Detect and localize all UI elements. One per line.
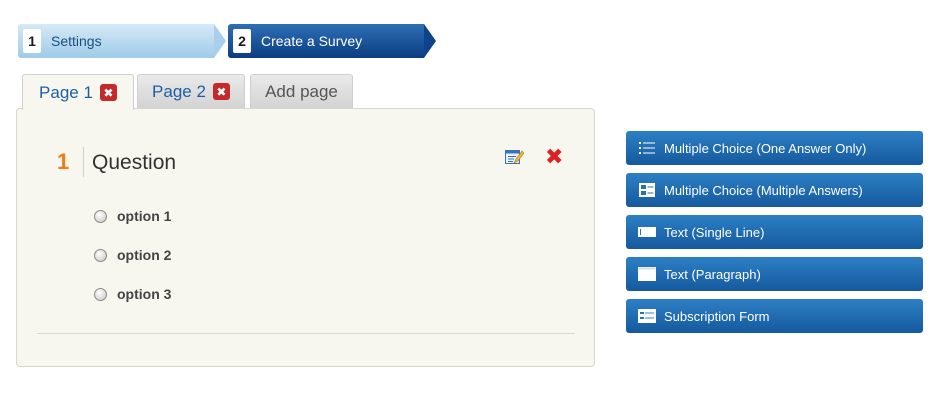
tab-label: Page 2 — [152, 81, 206, 101]
option-item[interactable]: option 2 — [94, 247, 171, 263]
add-subscription-form-button[interactable]: Subscription Form — [626, 299, 923, 333]
checklist-icon — [638, 183, 656, 197]
step-label: Settings — [51, 33, 102, 49]
option-label: option 3 — [117, 286, 172, 302]
form-icon — [638, 309, 656, 323]
step-arrow — [424, 24, 436, 58]
add-page-tab[interactable]: Add page — [250, 74, 353, 108]
button-label: Text (Single Line) — [664, 224, 765, 240]
delete-page-icon[interactable]: ✖ — [99, 84, 117, 101]
step-number: 1 — [23, 29, 41, 53]
add-text-single-line-button[interactable]: Text (Single Line) — [626, 215, 923, 249]
tab-page-1[interactable]: Page 1 ✖ — [22, 74, 134, 110]
question-number: 1 — [57, 149, 70, 174]
edit-icon[interactable] — [505, 148, 525, 165]
delete-page-icon[interactable]: ✖ — [212, 83, 230, 100]
radio-button[interactable] — [94, 287, 107, 301]
option-item[interactable]: option 3 — [94, 286, 171, 302]
option-label: option 1 — [117, 208, 172, 224]
add-multiple-choice-multi-button[interactable]: Multiple Choice (Multiple Answers) — [626, 173, 923, 207]
add-text-paragraph-button[interactable]: Text (Paragraph) — [626, 257, 923, 291]
panel-divider — [37, 333, 575, 334]
tab-label: Page 1 — [39, 82, 93, 102]
button-label: Text (Paragraph) — [664, 266, 761, 282]
question-separator — [83, 147, 84, 177]
radio-button[interactable] — [94, 209, 107, 223]
step-arrow — [214, 24, 226, 58]
step-number: 2 — [233, 29, 251, 53]
single-line-icon — [638, 225, 656, 239]
step-label: Create a Survey — [261, 33, 363, 49]
option-item[interactable]: option 1 — [94, 208, 171, 224]
step-settings[interactable]: 1 Settings — [18, 24, 226, 58]
tab-page-2[interactable]: Page 2 ✖ — [137, 74, 245, 108]
list-icon — [638, 141, 656, 155]
radio-button[interactable] — [94, 248, 107, 262]
question-title: Question — [92, 151, 177, 174]
delete-question-icon[interactable]: ✖ — [545, 146, 563, 168]
question-panel: 1 Question ✖ option 1 option 2 option 3 — [16, 108, 595, 367]
button-label: Multiple Choice (One Answer Only) — [664, 140, 867, 156]
button-label: Subscription Form — [664, 308, 770, 324]
paragraph-icon — [638, 267, 656, 281]
option-label: option 2 — [117, 247, 172, 263]
button-label: Multiple Choice (Multiple Answers) — [664, 182, 863, 198]
step-create-survey[interactable]: 2 Create a Survey — [228, 24, 436, 58]
add-multiple-choice-one-button[interactable]: Multiple Choice (One Answer Only) — [626, 131, 923, 165]
tab-label: Add page — [265, 81, 338, 101]
